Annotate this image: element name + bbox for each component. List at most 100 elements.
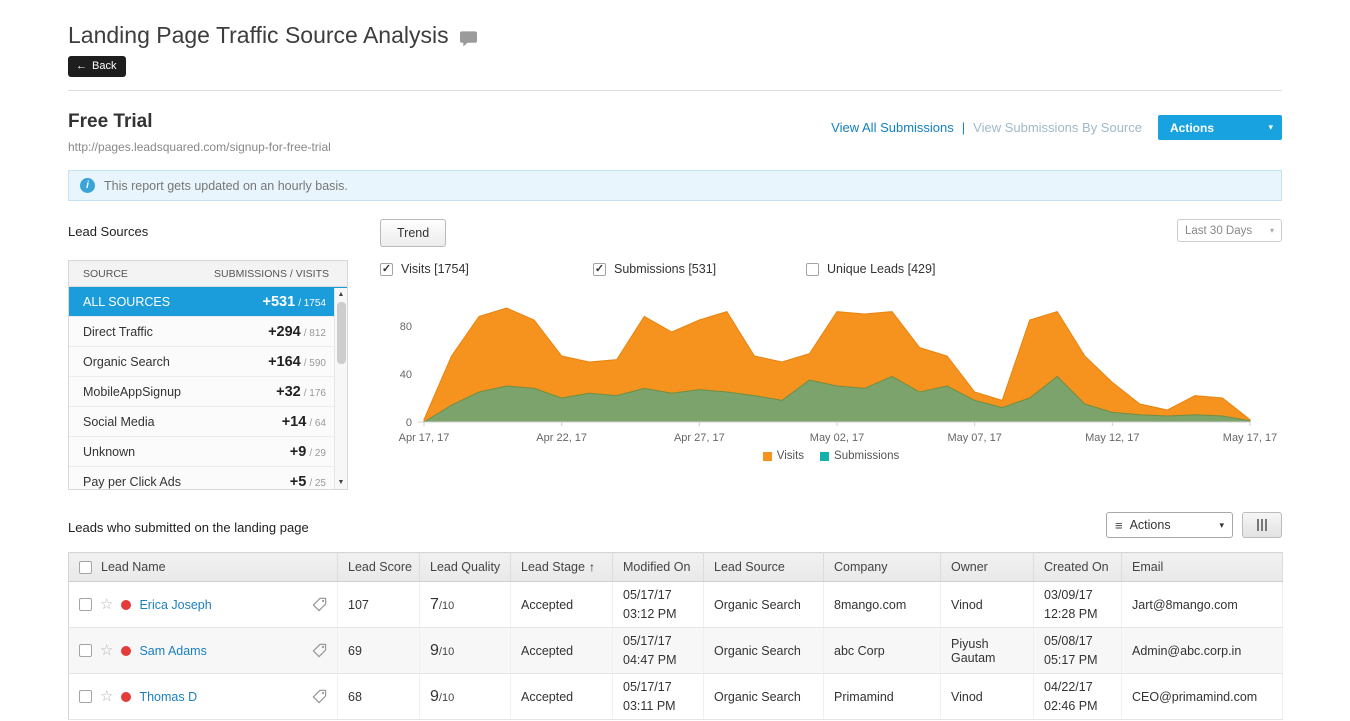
submissions-swatch-icon <box>820 452 829 461</box>
lead-name-link[interactable]: Erica Joseph <box>139 598 211 612</box>
svg-text:May 02, 17: May 02, 17 <box>810 432 864 444</box>
tag-icon[interactable] <box>312 597 327 612</box>
column-header-modified-on[interactable]: Modified On <box>613 553 704 582</box>
info-icon: i <box>80 178 95 193</box>
back-button[interactable]: ← Back <box>68 56 126 77</box>
source-values: +14/ 64 <box>282 414 326 430</box>
lead-sources-panel: Lead Sources SOURCE SUBMISSIONS / VISITS… <box>68 219 348 490</box>
email-cell: Jart@8mango.com <box>1122 582 1283 628</box>
row-checkbox[interactable]: ✓ <box>79 690 92 703</box>
table-actions-dropdown[interactable]: ≡ Actions ▾ <box>1106 512 1233 538</box>
leads-controls: ≡ Actions ▾ <box>1106 512 1282 538</box>
lead-name-link[interactable]: Thomas D <box>139 690 197 704</box>
column-header-lead-quality[interactable]: Lead Quality <box>420 553 511 582</box>
source-row-organic-search[interactable]: Organic Search +164/ 590 <box>69 347 347 377</box>
svg-text:May 07, 17: May 07, 17 <box>947 432 1001 444</box>
table-row: ✓ ☆ Erica Joseph 107 7/10 Accepted <box>69 582 1283 628</box>
scroll-up-icon[interactable]: ▲ <box>335 288 347 300</box>
row-checkbox[interactable]: ✓ <box>79 644 92 657</box>
scroll-down-icon[interactable]: ▼ <box>335 476 347 488</box>
source-name: MobileAppSignup <box>83 385 181 399</box>
scrollbar-thumb[interactable] <box>337 302 346 364</box>
lead-name-link[interactable]: Sam Adams <box>139 644 206 658</box>
column-settings-button[interactable] <box>1242 512 1282 538</box>
lead-quality-cell: 7/10 <box>420 582 511 628</box>
source-row-social-media[interactable]: Social Media +14/ 64 <box>69 407 347 437</box>
chevron-down-icon: ▾ <box>1268 122 1273 133</box>
svg-text:40: 40 <box>400 369 412 381</box>
owner-cell: Vinod <box>941 582 1034 628</box>
column-header-lead-name[interactable]: ✓ Lead Name <box>69 553 338 582</box>
tag-icon[interactable] <box>312 689 327 704</box>
submissions-visits-column-header: SUBMISSIONS / VISITS <box>214 268 329 280</box>
source-values: +5/ 25 <box>290 474 326 490</box>
source-values: +164/ 590 <box>268 354 326 370</box>
source-name: Direct Traffic <box>83 325 153 339</box>
email-cell: CEO@primamind.com <box>1122 674 1283 720</box>
source-row-mobileappsignup[interactable]: MobileAppSignup +32/ 176 <box>69 377 347 407</box>
svg-text:Apr 27, 17: Apr 27, 17 <box>674 432 725 444</box>
main-row: Lead Sources SOURCE SUBMISSIONS / VISITS… <box>68 219 1282 490</box>
star-icon[interactable]: ☆ <box>100 689 113 704</box>
select-all-checkbox[interactable]: ✓ <box>79 561 92 574</box>
star-icon[interactable]: ☆ <box>100 597 113 612</box>
svg-text:Apr 17, 17: Apr 17, 17 <box>399 432 450 444</box>
legend-visits-label: Visits <box>777 450 804 462</box>
notice-banner: i This report gets updated on an hourly … <box>68 170 1282 201</box>
sources-scrollbar[interactable]: ▲ ▼ <box>334 288 347 489</box>
modified-on-cell: 05/17/1704:47 PM <box>613 628 704 674</box>
column-header-lead-stage[interactable]: Lead Stage↑ <box>511 553 613 582</box>
visits-swatch-icon <box>763 452 772 461</box>
row-checkbox[interactable]: ✓ <box>79 598 92 611</box>
landing-page-info: Free Trial http://pages.leadsquared.com/… <box>68 111 331 154</box>
lead-quality-cell: 9/10 <box>420 628 511 674</box>
title-row: Landing Page Traffic Source Analysis <box>68 0 1282 49</box>
table-row: ✓ ☆ Thomas D 68 9/10 Accepted <box>69 674 1283 720</box>
unique-leads-checkbox-label: Unique Leads [429] <box>827 262 935 276</box>
visits-checkbox[interactable]: ✓ Visits [1754] <box>380 262 593 276</box>
source-column-header: SOURCE <box>83 268 128 280</box>
series-toggles: ✓ Visits [1754] ✓ Submissions [531] ✓ Un… <box>380 262 1282 276</box>
unique-leads-checkbox[interactable]: ✓ Unique Leads [429] <box>806 262 1019 276</box>
trend-button[interactable]: Trend <box>380 219 446 247</box>
date-range-select[interactable]: Last 30 Days ▾ <box>1177 219 1282 242</box>
lead-source-cell: Organic Search <box>704 674 824 720</box>
legend-submissions-label: Submissions <box>834 450 899 462</box>
actions-dropdown-button[interactable]: Actions ▾ <box>1158 115 1282 140</box>
submissions-checkbox[interactable]: ✓ Submissions [531] <box>593 262 806 276</box>
view-all-submissions-link[interactable]: View All Submissions <box>831 120 954 135</box>
lead-quality-cell: 9/10 <box>420 674 511 720</box>
source-row-direct-traffic[interactable]: Direct Traffic +294/ 812 <box>69 317 347 347</box>
leads-section-header: Leads who submitted on the landing page … <box>68 512 1282 538</box>
column-header-company[interactable]: Company <box>824 553 941 582</box>
tag-icon[interactable] <box>312 643 327 658</box>
column-header-lead-score[interactable]: Lead Score <box>338 553 420 582</box>
comment-icon[interactable] <box>459 30 478 47</box>
company-cell: Primamind <box>824 674 941 720</box>
header-actions: View All Submissions | View Submissions … <box>831 115 1282 140</box>
lead-stage-cell: Accepted <box>511 674 613 720</box>
date-range-value: Last 30 Days <box>1185 225 1252 237</box>
column-header-email[interactable]: Email <box>1122 553 1283 582</box>
column-header-owner[interactable]: Owner <box>941 553 1034 582</box>
column-header-created-on[interactable]: Created On <box>1034 553 1122 582</box>
trend-toolbar: Trend Last 30 Days ▾ <box>380 219 1282 247</box>
lead-status-dot-icon <box>121 600 131 610</box>
lead-stage-cell: Accepted <box>511 582 613 628</box>
notice-text: This report gets updated on an hourly ba… <box>104 179 348 193</box>
star-icon[interactable]: ☆ <box>100 643 113 658</box>
source-values: +9/ 29 <box>290 444 326 460</box>
source-row-unknown[interactable]: Unknown +9/ 29 <box>69 437 347 467</box>
source-row-all-sources[interactable]: ALL SOURCES +531/ 1754 <box>69 287 347 317</box>
chart-legend: Visits Submissions <box>380 450 1282 462</box>
source-row-pay-per-click-ads[interactable]: Pay per Click Ads +5/ 25 <box>69 467 347 490</box>
back-label: Back <box>92 60 116 72</box>
source-name: Pay per Click Ads <box>83 475 181 489</box>
email-cell: Admin@abc.corp.in <box>1122 628 1283 674</box>
view-submissions-by-source-link[interactable]: View Submissions By Source <box>973 120 1142 135</box>
company-cell: 8mango.com <box>824 582 941 628</box>
svg-text:May 17, 17: May 17, 17 <box>1223 432 1277 444</box>
lead-score-cell: 107 <box>338 582 420 628</box>
source-values: +294/ 812 <box>268 324 326 340</box>
column-header-lead-source[interactable]: Lead Source <box>704 553 824 582</box>
